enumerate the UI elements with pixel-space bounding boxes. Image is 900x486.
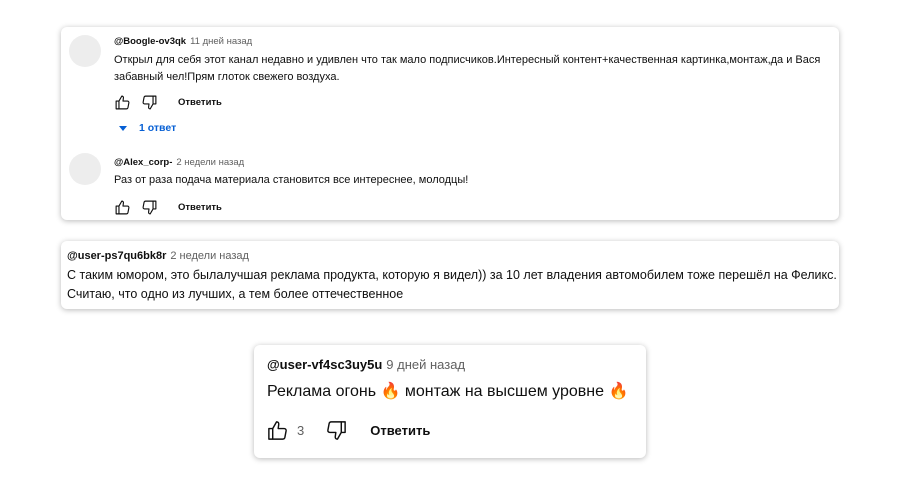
- comment-card: @user-ps7qu6bk8r 2 недели назад С таким ю…: [61, 241, 839, 309]
- comment-time[interactable]: 2 недели назад: [170, 250, 249, 262]
- comment-author[interactable]: @user-vf4sc3uy5u: [267, 357, 382, 372]
- like-button[interactable]: [265, 418, 289, 442]
- reply-button[interactable]: Ответить: [178, 97, 222, 108]
- comment-actions: Ответить: [113, 198, 222, 216]
- thumbs-down-icon: [142, 95, 156, 109]
- comment-actions: Ответить: [113, 93, 222, 111]
- comment-time[interactable]: 9 дней назад: [386, 357, 465, 372]
- like-count: 3: [297, 422, 305, 438]
- show-replies-button[interactable]: 1 ответ: [119, 122, 176, 134]
- comment-card: @user-vf4sc3uy5u 9 дней назад Реклама ого…: [254, 345, 646, 458]
- comment-header: @user-ps7qu6bk8r 2 недели назад: [67, 250, 249, 262]
- avatar[interactable]: [69, 35, 101, 67]
- comment-header: @user-vf4sc3uy5u 9 дней назад: [267, 357, 465, 372]
- comment-header: @Boogle-ov3qk 11 дней назад: [114, 36, 252, 47]
- reply-button[interactable]: Ответить: [370, 423, 430, 438]
- comment-author[interactable]: @Boogle-ov3qk: [114, 36, 186, 47]
- comment-text: Раз от раза подача материала становится …: [114, 174, 469, 186]
- like-button[interactable]: [113, 198, 131, 216]
- comment-time[interactable]: 2 недели назад: [176, 157, 244, 168]
- comment-text: С таким юмором, это былалучшая реклама п…: [67, 268, 837, 302]
- like-button[interactable]: [113, 93, 131, 111]
- caret-down-icon: [119, 125, 127, 131]
- thumbs-up-icon: [267, 420, 287, 440]
- comment-author[interactable]: @user-ps7qu6bk8r: [67, 250, 166, 262]
- thumbs-down-icon: [142, 200, 156, 214]
- comment-thread-card: @Boogle-ov3qk 11 дней назад Открыл для се…: [61, 27, 839, 220]
- comment-text: Открыл для себя этот канал недавно и уди…: [114, 54, 821, 83]
- comment-text: Реклама огонь 🔥 монтаж на высшем уровне …: [267, 383, 629, 400]
- comment-time[interactable]: 11 дней назад: [190, 36, 252, 47]
- dislike-button[interactable]: [140, 198, 158, 216]
- dislike-button[interactable]: [324, 418, 348, 442]
- thumbs-up-icon: [115, 95, 129, 109]
- dislike-button[interactable]: [140, 93, 158, 111]
- comment-header: @Alex_corp- 2 недели назад: [114, 157, 244, 168]
- comment-actions: 3 Ответить: [265, 418, 430, 442]
- thumbs-up-icon: [115, 200, 129, 214]
- thumbs-down-icon: [326, 420, 346, 440]
- replies-count: 1 ответ: [139, 122, 177, 134]
- avatar[interactable]: [69, 153, 101, 185]
- comment-author[interactable]: @Alex_corp-: [114, 157, 172, 168]
- reply-button[interactable]: Ответить: [178, 202, 222, 213]
